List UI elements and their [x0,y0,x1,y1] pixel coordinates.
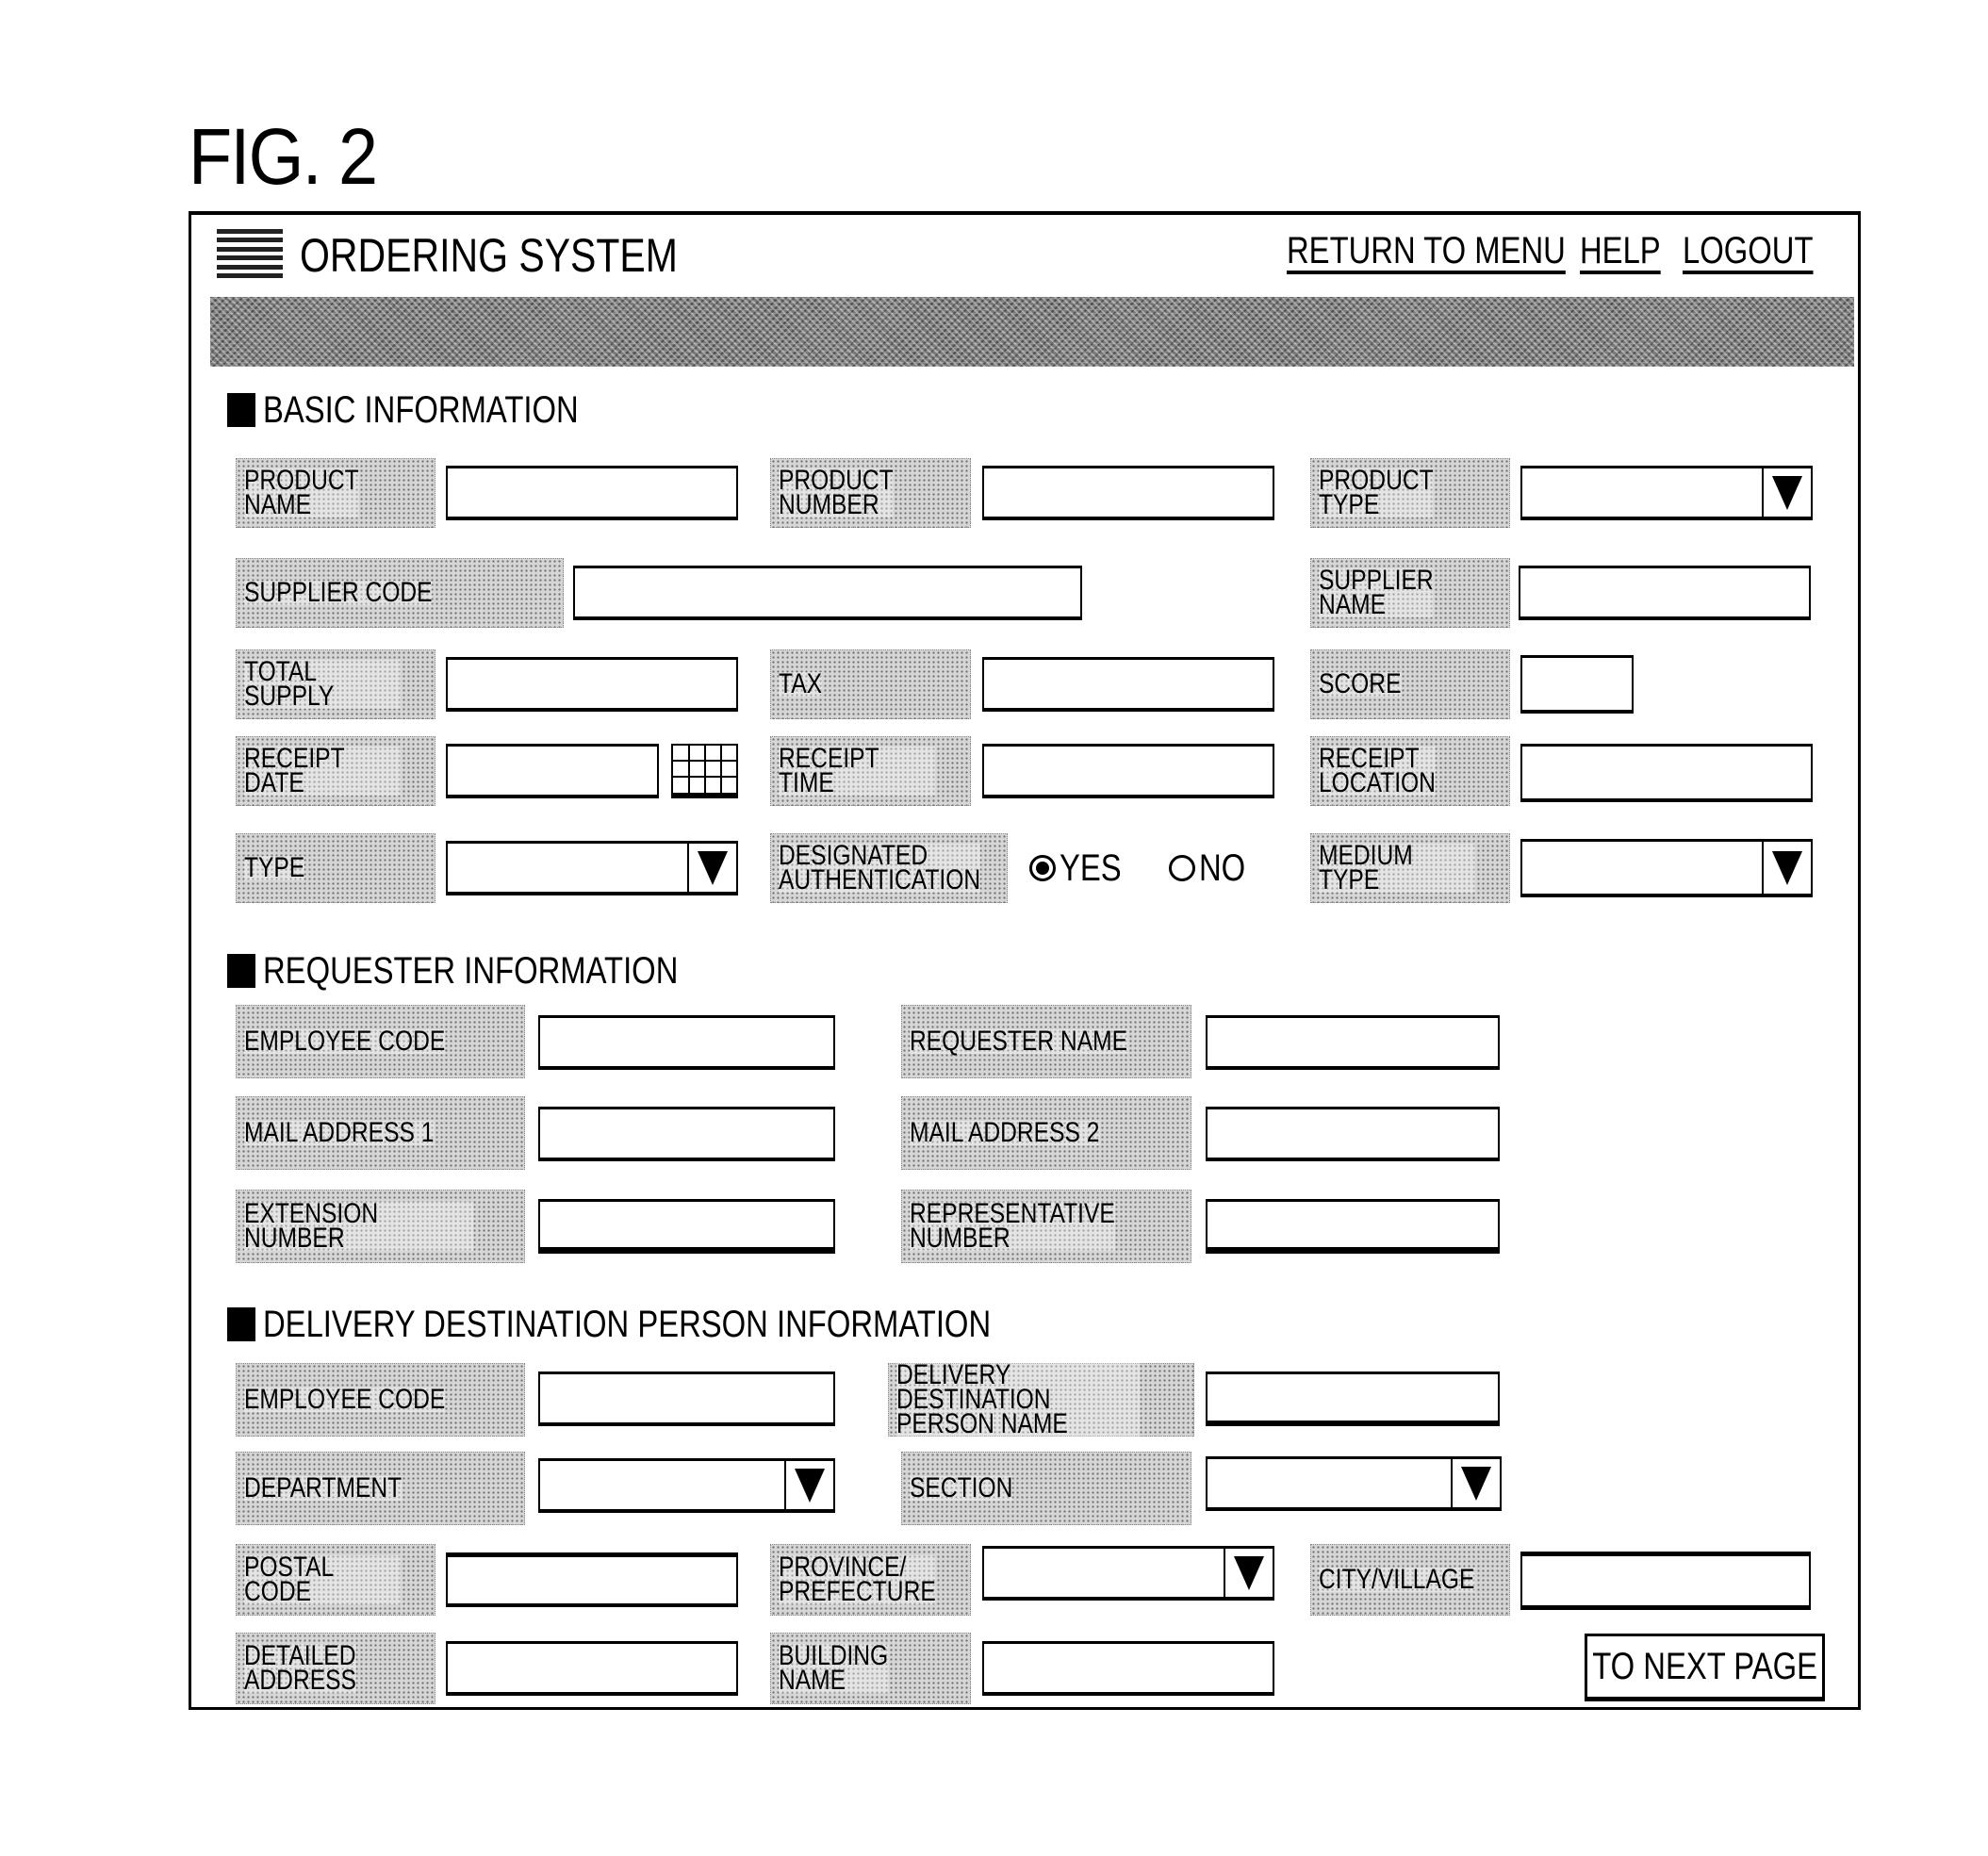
radio-no-label: NO [1199,846,1246,889]
type-select[interactable] [446,841,738,895]
section-header-basic: BASIC INFORMATION [227,389,648,431]
next-page-label: TO NEXT PAGE [1592,1645,1817,1687]
mail-address-1-label: MAIL ADDRESS 1 [236,1096,525,1170]
designated-authentication-radio-group: YES NO [1029,846,1282,891]
next-page-button[interactable]: TO NEXT PAGE [1585,1634,1825,1701]
product-type-value [1522,468,1762,517]
medium-type-value [1522,842,1762,894]
province-prefecture-label: PROVINCE/ PREFECTURE [770,1544,971,1616]
tax-input[interactable] [982,657,1274,712]
city-village-label: CITY/VILLAGE [1310,1544,1510,1616]
supplier-name-input[interactable] [1519,566,1811,620]
product-number-input[interactable] [982,466,1274,520]
product-number-label: PRODUCT NUMBER [770,458,971,528]
return-to-menu-link[interactable]: RETURN TO MENU [1287,230,1566,272]
section-marker-icon [227,1307,255,1341]
product-type-label: PRODUCT TYPE [1310,458,1510,528]
department-value [540,1461,784,1509]
logout-link[interactable]: LOGOUT [1683,230,1814,272]
detailed-address-label: DETAILED ADDRESS [236,1633,435,1704]
radio-selected-icon [1029,855,1056,881]
product-name-label: PRODUCT NAME [236,458,435,528]
type-value [448,844,687,892]
mail-address-2-label: MAIL ADDRESS 2 [901,1096,1191,1170]
medium-type-label: MEDIUM TYPE [1310,833,1510,903]
medium-type-select[interactable] [1520,839,1813,897]
postal-code-input[interactable] [446,1552,738,1607]
building-name-input[interactable] [982,1641,1274,1696]
section-value [1208,1459,1451,1507]
total-supply-input[interactable] [446,657,738,712]
app-title: ORDERING SYSTEM [300,229,678,282]
section-title: BASIC INFORMATION [263,388,579,431]
detailed-address-input[interactable] [446,1641,738,1696]
receipt-location-label: RECEIPT LOCATION [1310,736,1510,806]
requester-employee-code-input[interactable] [538,1015,835,1070]
section-label: SECTION [901,1452,1191,1525]
hamburger-menu-icon[interactable] [217,229,283,278]
representative-number-label: REPRESENTATIVE NUMBER [901,1190,1191,1263]
section-header-requester: REQUESTER INFORMATION [227,950,769,992]
section-header-delivery: DELIVERY DESTINATION PERSON INFORMATION [227,1304,1151,1345]
city-village-input[interactable] [1520,1552,1811,1610]
requester-name-label: REQUESTER NAME [901,1005,1191,1078]
total-supply-label: TOTAL SUPPLY [236,649,435,719]
mail-address-1-input[interactable] [538,1107,835,1161]
section-marker-icon [227,954,255,988]
chevron-down-icon[interactable] [1762,842,1811,894]
delivery-employee-code-input[interactable] [538,1371,835,1426]
calendar-icon[interactable] [671,744,738,798]
delivery-employee-code-label: EMPLOYEE CODE [236,1363,525,1437]
section-title: DELIVERY DESTINATION PERSON INFORMATION [263,1303,992,1345]
chevron-down-icon[interactable] [687,844,736,892]
extension-number-input[interactable] [538,1199,835,1254]
chevron-down-icon[interactable] [1451,1459,1500,1507]
section-select[interactable] [1206,1456,1502,1511]
delivery-person-name-input[interactable] [1206,1371,1500,1426]
receipt-time-label: RECEIPT TIME [770,736,971,806]
requester-name-input[interactable] [1206,1015,1500,1070]
receipt-location-input[interactable] [1520,744,1813,802]
supplier-code-input[interactable] [573,566,1082,620]
product-type-select[interactable] [1520,466,1813,520]
radio-unselected-icon [1169,855,1196,881]
delivery-person-name-label: DELIVERY DESTINATION PERSON NAME [888,1361,1194,1438]
designated-authentication-label: DESIGNATED AUTHENTICATION [770,833,1008,903]
postal-code-label: POSTAL CODE [236,1544,435,1616]
radio-yes-label: YES [1060,846,1122,889]
figure-label: FIG. 2 [189,112,378,201]
requester-employee-code-label: EMPLOYEE CODE [236,1005,525,1078]
supplier-name-label: SUPPLIER NAME [1310,558,1510,628]
score-label: SCORE [1310,649,1510,719]
mail-address-2-input[interactable] [1206,1107,1500,1161]
chevron-down-icon[interactable] [1224,1549,1273,1597]
help-link[interactable]: HELP [1580,230,1661,272]
representative-number-input[interactable] [1206,1199,1500,1254]
product-name-input[interactable] [446,466,738,520]
type-label: TYPE [236,833,435,903]
radio-no[interactable]: NO [1169,847,1256,890]
chevron-down-icon[interactable] [1762,468,1811,517]
receipt-date-input[interactable] [446,744,659,798]
receipt-date-label: RECEIPT DATE [236,736,435,806]
section-title: REQUESTER INFORMATION [263,949,679,992]
supplier-code-label: SUPPLIER CODE [236,558,564,628]
section-marker-icon [227,393,255,427]
province-prefecture-select[interactable] [982,1546,1274,1601]
score-input[interactable] [1520,655,1634,714]
tax-label: TAX [770,649,971,719]
radio-yes[interactable]: YES [1029,847,1135,890]
chevron-down-icon[interactable] [784,1461,833,1509]
department-label: DEPARTMENT [236,1452,525,1525]
extension-number-label: EXTENSION NUMBER [236,1190,525,1263]
building-name-label: BUILDING NAME [770,1633,971,1704]
department-select[interactable] [538,1458,835,1513]
header-banner [210,297,1854,367]
receipt-time-input[interactable] [982,744,1274,798]
province-value [984,1549,1224,1597]
